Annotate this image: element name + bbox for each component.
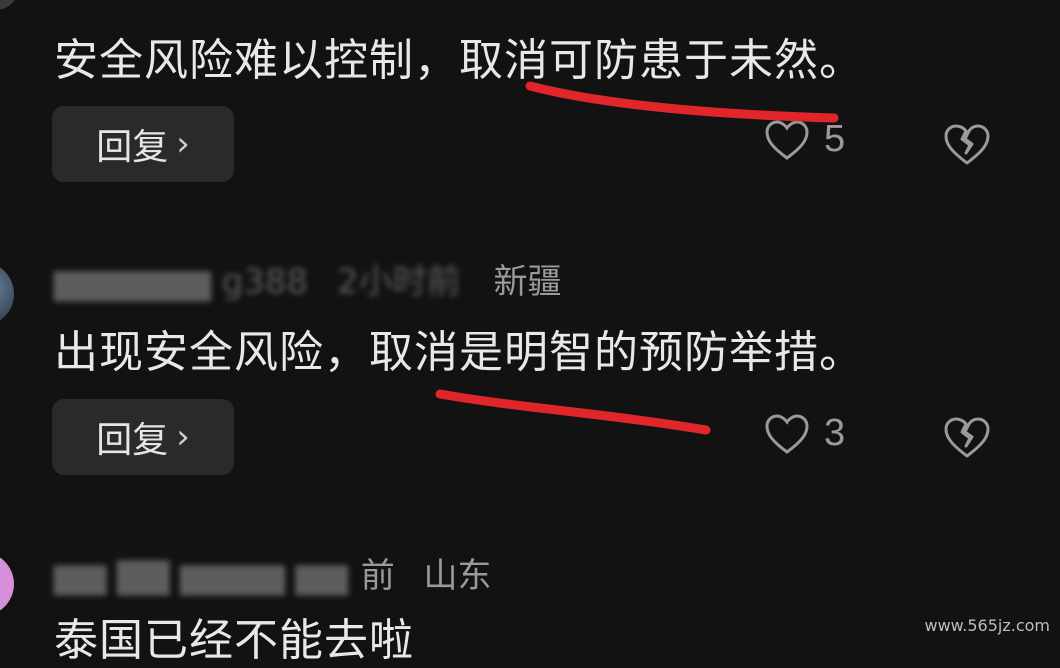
like-count: 3 bbox=[824, 412, 846, 454]
reply-button[interactable]: 回复 › bbox=[52, 106, 234, 182]
location: 新疆 bbox=[493, 262, 562, 302]
broken-heart-icon[interactable] bbox=[942, 415, 992, 459]
timestamp: 前 bbox=[360, 556, 395, 596]
timestamp: 2小时前 bbox=[337, 262, 461, 302]
reply-label: 回复 bbox=[96, 127, 169, 168]
username[interactable]: ▆▆ ▇▇ ▆▆▆▆ ▆▆ bbox=[54, 556, 348, 596]
comment-meta: ▆▆ ▇▇ ▆▆▆▆ ▆▆ 前 山东 bbox=[54, 548, 492, 597]
comment-text: 出现安全风险，取消是明智的预防举措。 bbox=[54, 327, 864, 378]
like-button[interactable]: 3 bbox=[764, 412, 845, 455]
chevron-right-icon: › bbox=[176, 417, 190, 457]
avatar[interactable] bbox=[0, 262, 14, 326]
comment-text: 泰国已经不能去啦 bbox=[54, 615, 414, 666]
location: 山东 bbox=[423, 556, 492, 596]
avatar[interactable] bbox=[0, 552, 14, 616]
chevron-right-icon: › bbox=[176, 124, 190, 164]
broken-heart-icon[interactable] bbox=[942, 122, 992, 166]
like-button[interactable]: 5 bbox=[764, 118, 845, 161]
like-count: 5 bbox=[824, 118, 846, 160]
comment-text: 安全风险难以控制，取消可防患于未然。 bbox=[54, 35, 864, 86]
username[interactable]: ▆▆▆▆▆▆ g388 bbox=[54, 262, 308, 302]
comment-meta: ▆▆▆▆▆▆ g388 2小时前 新疆 bbox=[54, 254, 561, 303]
reply-label: 回复 bbox=[96, 420, 169, 461]
heart-icon bbox=[765, 413, 809, 454]
avatar[interactable] bbox=[0, 0, 20, 10]
reply-button[interactable]: 回复 › bbox=[52, 399, 234, 475]
heart-icon bbox=[765, 119, 809, 160]
watermark: www.565jz.com bbox=[924, 616, 1050, 635]
